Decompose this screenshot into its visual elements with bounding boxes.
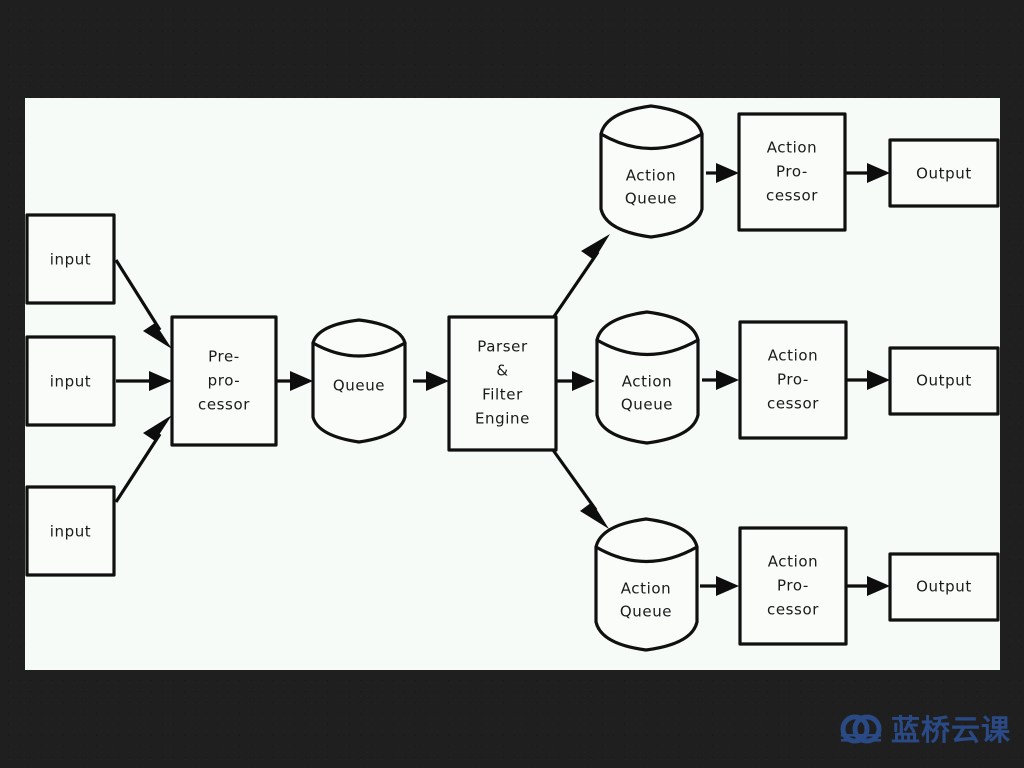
node-output-2-label: Output (916, 372, 972, 390)
node-parser-label-line-4: Engine (475, 410, 530, 428)
node-output-1[interactable]: Output (888, 138, 1000, 208)
node-action-processor-2-label-line-1: Action (768, 347, 819, 365)
edge-action-queue-1-to-processor-1 (706, 163, 739, 183)
node-action-queue-1-label-line-1: Action (626, 167, 677, 185)
node-pre-processor[interactable]: Pre- pro- cessor (170, 315, 278, 447)
node-pre-processor-label-line-3: cessor (198, 396, 250, 414)
node-queue[interactable]: Queue (311, 318, 407, 444)
node-action-queue-3-label-line-2: Queue (620, 603, 672, 621)
node-parser-filter-engine[interactable]: Parser & Filter Engine (447, 315, 558, 452)
node-action-processor-1[interactable]: Action Pro- cessor (737, 112, 847, 232)
node-action-processor-3-label-line-2: Pro- (777, 577, 809, 595)
node-input-1-label: input (50, 251, 92, 269)
node-input-3[interactable]: input (25, 485, 116, 577)
node-action-processor-3-label-line-1: Action (768, 553, 819, 571)
interlocking-circles-logo-icon (840, 714, 882, 744)
node-action-processor-1-label-line-1: Action (767, 139, 818, 157)
watermark-text: 蓝桥云课 (891, 712, 1012, 747)
edge-processor-2-to-output-2 (846, 370, 890, 390)
edge-parser-to-action-queue-3 (551, 449, 609, 529)
node-action-processor-2[interactable]: Action Pro- cessor (738, 320, 848, 440)
node-action-processor-2-label-line-2: Pro- (777, 371, 809, 389)
node-output-3[interactable]: Output (888, 552, 1000, 622)
edge-input3-to-preprocessor (114, 415, 172, 503)
edge-processor-1-to-output-1 (845, 163, 890, 183)
node-action-queue-3[interactable]: Action Queue (594, 517, 699, 652)
node-input-2[interactable]: input (25, 335, 116, 427)
edge-queue-to-parser (413, 371, 449, 391)
node-parser-label-line-3: Filter (482, 386, 523, 404)
screenshot-root: input input input Pre- pro- cessor Queue (0, 0, 1024, 768)
edge-action-queue-2-to-processor-2 (702, 370, 739, 390)
edge-action-queue-3-to-processor-3 (700, 576, 739, 596)
node-action-processor-3-label-line-3: cessor (767, 601, 819, 619)
node-pre-processor-label-line-2: pro- (208, 372, 241, 390)
node-parser-label-line-1: Parser (477, 338, 528, 356)
node-queue-label: Queue (333, 377, 385, 395)
node-input-2-label: input (50, 373, 92, 391)
node-action-queue-3-label-line-1: Action (621, 580, 672, 598)
edge-parser-to-action-queue-2 (557, 371, 595, 391)
node-action-processor-1-label-line-2: Pro- (776, 163, 808, 181)
node-pre-processor-label-line-1: Pre- (208, 348, 240, 366)
node-input-1[interactable]: input (25, 213, 116, 305)
flowchart-svg: input input input Pre- pro- cessor Queue (25, 104, 1000, 652)
node-action-queue-2-label-line-2: Queue (621, 396, 673, 414)
node-action-processor-3[interactable]: Action Pro- cessor (738, 526, 848, 646)
node-output-3-label: Output (916, 578, 972, 596)
edge-processor-3-to-output-3 (847, 576, 890, 596)
node-action-queue-1-label-line-2: Queue (625, 190, 677, 208)
edge-input1-to-preprocessor (114, 259, 172, 349)
node-action-queue-1[interactable]: Action Queue (599, 104, 704, 239)
edge-preprocessor-to-queue (276, 371, 313, 391)
node-output-2[interactable]: Output (888, 346, 1000, 416)
edge-input2-to-preprocessor (116, 371, 172, 391)
node-action-processor-1-label-line-3: cessor (766, 187, 818, 205)
edge-parser-to-action-queue-1 (551, 234, 610, 319)
node-output-1-label: Output (916, 165, 972, 183)
node-action-processor-2-label-line-3: cessor (767, 395, 819, 413)
node-action-queue-2-label-line-1: Action (622, 373, 673, 391)
watermark: 蓝桥云课 (840, 714, 1011, 746)
node-parser-label-line-2: & (496, 362, 508, 380)
node-action-queue-2[interactable]: Action Queue (595, 310, 700, 445)
node-input-3-label: input (50, 523, 92, 541)
